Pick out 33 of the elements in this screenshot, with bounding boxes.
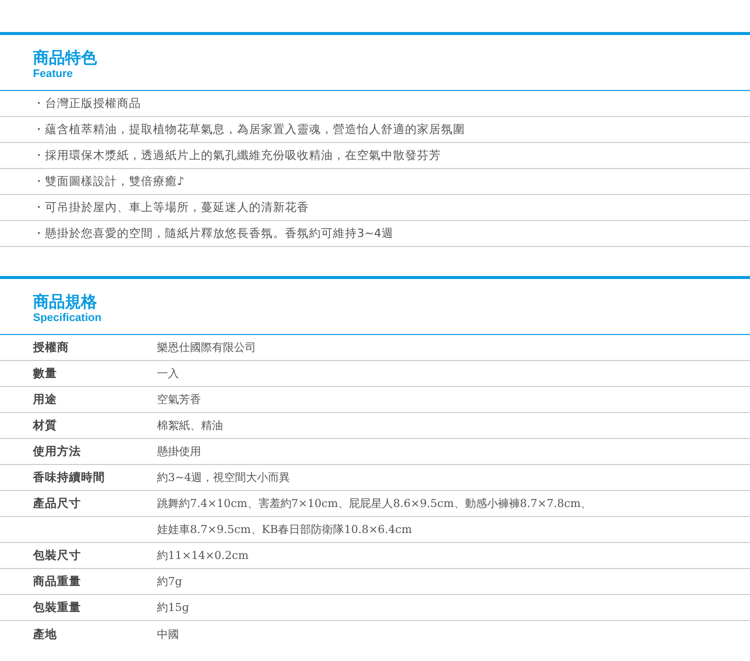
spec-label: 商品重量 [33,574,81,588]
feature-text: ・台灣正版授權商品 [33,96,141,111]
spec-value: 跳舞約7.4×10cm、害羞約7×10cm、屁屁星人8.6×9.5cm、動感小褲褲8.7×7.8cm、 [157,496,592,511]
spec-value: 約3~4週，視空間大小而異 [157,470,290,485]
spec-label: 產品尺寸 [33,496,81,510]
spec-label: 香味持續時間 [33,470,105,484]
spec-value: 約11×14×0.2cm [157,548,249,563]
spec-value: 中國 [157,626,179,642]
spec-value: 一入 [157,366,179,381]
spec-value: 娃娃車8.7×9.5cm、KB春日部防衛隊10.8×6.4cm [157,522,412,537]
section-title: 商品特色 [33,48,97,68]
section-subtitle: Feature [33,68,73,81]
spec-label: 使用方法 [33,444,81,458]
spec-value: 約7g [157,574,182,589]
spec-value: 懸掛使用 [157,444,201,459]
spec-value: 空氣芳香 [157,392,201,407]
feature-text: ・可吊掛於屋內、車上等場所，蔓延迷人的清新花香 [33,200,309,215]
feature-text: ・採用環保木漿紙，透過紙片上的氣孔纖維充份吸收精油，在空氣中散發芬芳 [33,148,441,163]
spec-value: 棉絮紙、精油 [157,418,223,433]
spec-label: 用途 [33,392,57,406]
spec-value: 樂恩仕國際有限公司 [157,340,256,355]
section-subtitle: Specification [33,312,102,325]
section-title: 商品規格 [33,292,97,312]
feature-text: ・懸掛於您喜愛的空間，隨紙片釋放悠長香氛。香氛約可維持3~4週 [33,226,394,241]
feature-text: ・蘊含植萃精油，提取植物花草氣息，為居家置入靈魂，營造怡人舒適的家居氛圍 [33,122,465,137]
spec-label: 材質 [33,418,57,432]
spec-label: 數量 [33,366,57,380]
feature-text: ・雙面圖樣設計，雙倍療癒♪ [33,174,184,189]
spec-label: 產地 [33,626,57,640]
spec-value: 約15g [157,600,190,615]
spec-label: 授權商 [33,340,69,354]
spec-label: 包裝重量 [33,600,81,614]
spec-label: 包裝尺寸 [33,548,81,562]
